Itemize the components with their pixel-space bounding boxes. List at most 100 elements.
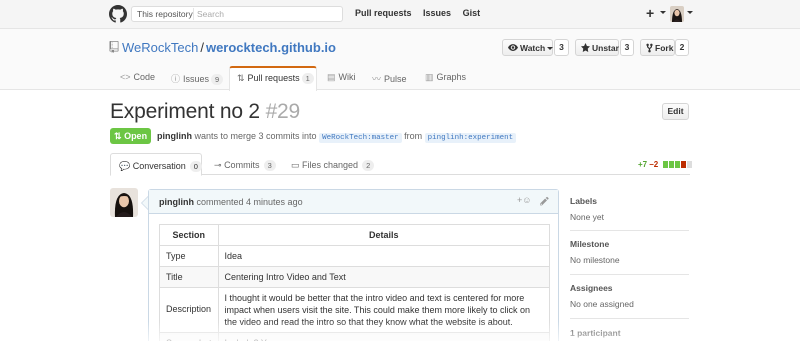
search-input[interactable] [197, 8, 337, 20]
tab-label: Wiki [338, 72, 356, 82]
graph-icon: ▥ [425, 72, 434, 82]
tab-label: Conversation [132, 161, 186, 171]
search-box[interactable]: This repository [131, 6, 343, 22]
unstar-button[interactable]: Unstar [575, 39, 619, 56]
file-diff-icon: ▭ [291, 160, 300, 170]
watch-button[interactable]: Watch [502, 39, 553, 56]
column-header: Details [217, 224, 551, 246]
sidebar-participants: 1 participant [570, 328, 689, 338]
pr-tabs: 💬 Conversation 0 ⊸ Commits 3 ▭ Files chang… [110, 153, 690, 176]
sidebar-heading[interactable]: Labels [570, 196, 689, 206]
table-row: Screenshot Include? Yes [159, 332, 551, 341]
table-cell: Screenshot [159, 332, 219, 341]
diffstat-block-neutral [687, 161, 693, 168]
sidebar-milestone: Milestone No milestone [570, 239, 689, 265]
tab-issues[interactable]: ⓘ Issues 9 [171, 66, 224, 91]
code-icon: <> [120, 72, 131, 82]
comment-time[interactable]: commented 4 minutes ago [197, 197, 303, 207]
tab-code[interactable]: <> Code [120, 66, 155, 91]
tab-files-changed[interactable]: ▭ Files changed 2 [291, 153, 375, 176]
tab-pulse[interactable]: 〰 Pulse [372, 66, 407, 91]
site-header: This repository Pull requests Issues Gis… [0, 0, 800, 29]
header-nav: Pull requests Issues Gist [355, 8, 489, 18]
sidebar-assignees: Assignees No one assigned [570, 283, 689, 309]
sidebar-divider [570, 274, 689, 275]
watch-count[interactable]: 3 [554, 39, 569, 56]
tab-count: 2 [362, 160, 375, 171]
fork-icon [646, 43, 653, 53]
diffstat-block-added [669, 161, 675, 168]
table-cell: Idea [217, 245, 551, 267]
unstar-label: Unstar [592, 43, 619, 53]
additions-count: +7 [638, 160, 648, 169]
diffstat-block-deleted [681, 161, 687, 168]
fork-button[interactable]: Fork [640, 39, 675, 56]
tab-wiki[interactable]: ▤ Wiki [327, 66, 356, 91]
chevron-down-icon[interactable] [687, 11, 693, 14]
tab-count: 9 [211, 74, 224, 85]
plus-icon[interactable]: + [646, 5, 654, 21]
pr-meta: pinglinh wants to merge 3 commits into W… [157, 131, 517, 143]
tab-count: 0 [189, 161, 202, 172]
search-scope-label: This repository [137, 9, 193, 19]
tab-label: Pull requests [247, 73, 300, 83]
book-icon: ▤ [327, 72, 336, 82]
comment-author-link[interactable]: pinglinh [159, 197, 194, 207]
tab-count: 1 [301, 73, 314, 84]
search-divider [193, 8, 194, 20]
commit-icon: ⊸ [214, 160, 222, 170]
user-avatar[interactable] [670, 6, 684, 22]
head-branch[interactable]: pinglinh:experiment [424, 133, 517, 143]
comment-box: pinglinh commented 4 minutes ago +☺ Sect… [148, 189, 559, 341]
sidebar-divider [570, 318, 689, 319]
chevron-down-icon [547, 47, 553, 50]
tab-label: Graphs [436, 72, 467, 82]
chevron-down-icon[interactable] [660, 11, 666, 14]
base-branch[interactable]: WeRockTech:master [319, 133, 402, 143]
table-cell: Include? Yes [217, 332, 551, 341]
diffstat-block-added [675, 161, 681, 168]
comment-author-avatar[interactable] [110, 188, 138, 217]
table-cell: Centering Intro Video and Text [217, 266, 551, 288]
nav-gist[interactable]: Gist [463, 8, 481, 18]
pr-title: Experiment no 2 #29 [110, 100, 300, 124]
tab-pull-requests[interactable]: ⇅ Pull requests 1 [229, 66, 317, 91]
pull-request-icon: ⇅ [114, 131, 122, 141]
sidebar-heading[interactable]: Assignees [570, 283, 689, 293]
tab-commits[interactable]: ⊸ Commits 3 [214, 153, 276, 176]
sidebar-divider [570, 230, 689, 231]
pr-author-link[interactable]: pinglinh [157, 131, 192, 141]
sidebar-heading[interactable]: Milestone [570, 239, 689, 249]
eye-icon [508, 44, 518, 51]
nav-pull-requests[interactable]: Pull requests [355, 8, 412, 18]
table-cell: I thought it would be better that the in… [217, 287, 551, 333]
repo-header: WeRockTech / werocktech.github.io Watch 3 … [0, 29, 800, 91]
repo-owner-link[interactable]: WeRockTech [122, 40, 198, 55]
diffstat-blocks [663, 161, 693, 170]
tab-count: 3 [263, 160, 276, 171]
sidebar-labels: Labels None yet [570, 196, 689, 222]
add-reaction-icon[interactable]: +☺ [517, 195, 531, 205]
table-cell: Description [159, 287, 219, 333]
table-row: Description I thought it would be better… [159, 287, 551, 333]
tab-label: Issues [183, 74, 210, 84]
pencil-icon[interactable] [540, 196, 549, 206]
edit-title-button[interactable]: Edit [662, 103, 689, 120]
tab-graphs[interactable]: ▥ Graphs [425, 66, 466, 91]
table-cell: Type [159, 245, 219, 267]
pulse-icon: 〰 [372, 74, 382, 84]
meta-text: wants to merge 3 commits into [194, 131, 317, 141]
watch-label: Watch [520, 43, 546, 53]
fork-count[interactable]: 2 [675, 39, 689, 56]
sidebar-value: No milestone [570, 255, 620, 265]
sidebar-value: No one assigned [570, 299, 634, 309]
repo-nav: <> Code ⓘ Issues 9 ⇅ Pull requests 1 ▤ Wiki 〰 P… [0, 66, 800, 91]
table-row: Type Idea [159, 245, 551, 267]
github-logo-icon[interactable] [109, 5, 127, 23]
table-row: Title Centering Intro Video and Text [159, 266, 551, 288]
star-count[interactable]: 3 [620, 39, 634, 56]
tab-conversation[interactable]: 💬 Conversation 0 [110, 153, 202, 176]
nav-issues[interactable]: Issues [423, 8, 451, 18]
repo-name-link[interactable]: werocktech.github.io [206, 40, 336, 55]
fork-label: Fork [655, 43, 674, 53]
